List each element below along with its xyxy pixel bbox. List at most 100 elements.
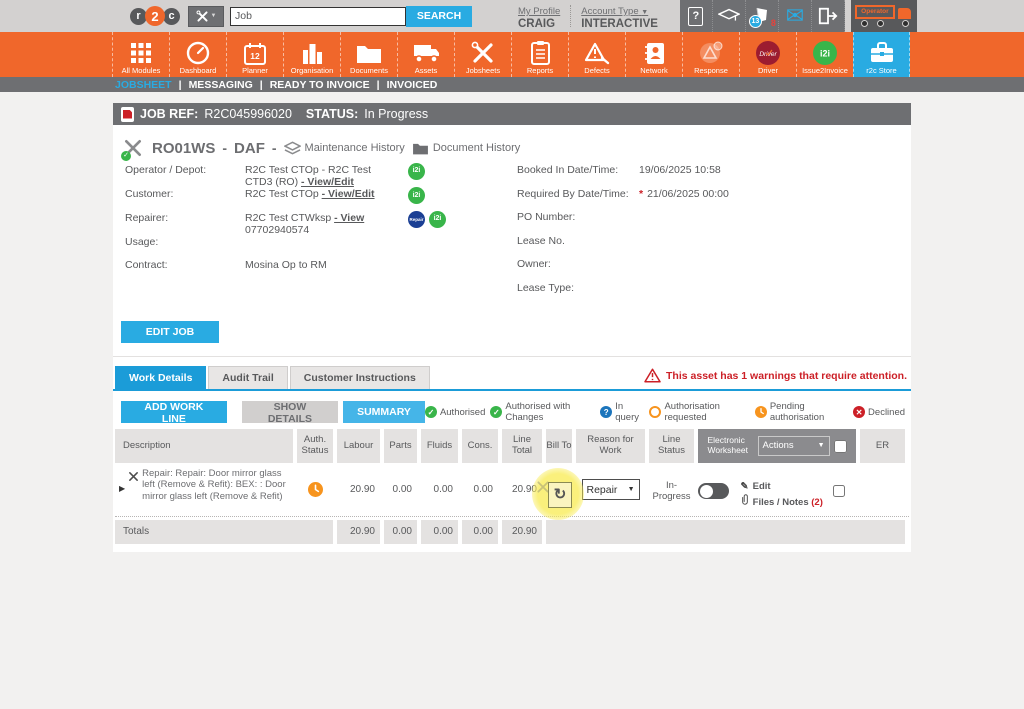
col-description: Description	[115, 429, 293, 463]
check-icon: ✓	[490, 406, 503, 418]
nav-defects[interactable]: Defects	[568, 32, 625, 77]
search-input[interactable]	[230, 6, 406, 26]
chevron-down-icon: ▼	[210, 13, 217, 19]
view-edit-link[interactable]: - View/Edit	[322, 188, 375, 200]
buildings-icon	[301, 40, 323, 66]
detail-usage: Usage:	[125, 235, 159, 248]
select-all-checkbox[interactable]	[833, 439, 847, 453]
nav-documents[interactable]: Documents	[340, 32, 397, 77]
detail-po-number: PO Number:	[517, 211, 576, 223]
i2i-badge[interactable]: i2i	[408, 163, 425, 180]
pencil-icon: ✎	[740, 481, 749, 492]
tabs-section: Work Details Audit Trail Customer Instru…	[113, 356, 911, 391]
search-button[interactable]: SEARCH	[406, 5, 472, 27]
add-work-line-button[interactable]: ADD WORK LINE	[121, 401, 227, 425]
labour-value: 20.90	[349, 484, 375, 495]
contacts-icon	[644, 40, 665, 66]
job-ref-value: R2C045996020	[204, 107, 292, 121]
tab-work-details[interactable]: Work Details	[115, 366, 207, 389]
job-ref-label: JOB REF:	[140, 107, 199, 121]
document-history-link[interactable]: Document History	[412, 142, 520, 155]
nav-planner[interactable]: 12 Planner	[226, 32, 283, 77]
chevron-down-icon: ▼	[641, 8, 649, 16]
col-er: ER	[860, 429, 905, 463]
detail-contract: Contract: Mosina Op to RM	[125, 259, 327, 272]
detail-lease-type: Lease Type:	[517, 281, 575, 294]
refresh-button[interactable]: ↻	[548, 482, 572, 508]
parts-value: 0.00	[392, 484, 412, 495]
training-icon[interactable]	[713, 0, 746, 32]
nav-organisation[interactable]: Organisation	[283, 32, 340, 77]
summary-button[interactable]: SUMMARY	[343, 401, 425, 423]
grid-icon	[130, 40, 152, 66]
utility-icon-strip: ? 13 8 ✉	[679, 0, 845, 32]
view-edit-link[interactable]: - View/Edit	[301, 176, 354, 188]
nav-response[interactable]: Response	[682, 32, 739, 77]
subnav-messaging[interactable]: MESSAGING	[189, 79, 253, 91]
nav-assets[interactable]: Assets	[397, 32, 454, 77]
col-electronic-worksheet: Electronic Worksheet Actions ▼	[698, 429, 856, 463]
i2i-badge[interactable]: i2i	[429, 210, 446, 228]
edit-job-button[interactable]: EDIT JOB	[121, 321, 219, 343]
nav-network[interactable]: Network	[625, 32, 682, 77]
col-auth-status: Auth. Status	[297, 429, 333, 463]
driver-circle-icon: Driver	[755, 40, 781, 66]
nav-dashboard[interactable]: Dashboard	[169, 32, 226, 77]
nav-reports[interactable]: Reports	[511, 32, 568, 77]
logout-icon[interactable]	[812, 0, 845, 32]
edit-link[interactable]: ✎ Edit	[739, 481, 771, 492]
reason-for-work-select[interactable]: Repair ▼	[581, 479, 640, 500]
my-profile-block: My Profile CRAIG	[518, 1, 560, 31]
help-icon[interactable]: ?	[680, 0, 713, 32]
nav-all-modules[interactable]: All Modules	[112, 32, 169, 77]
job-panel: JOB REF: R2C045996020 STATUS: In Progres…	[113, 103, 911, 552]
pdf-icon[interactable]	[121, 106, 134, 122]
repairer-badge[interactable]: Repair	[408, 210, 425, 228]
i2i-badge[interactable]: i2i	[408, 187, 425, 205]
detail-booked-in: Booked In Date/Time: 19/06/2025 10:58	[517, 164, 721, 176]
show-details-button[interactable]: SHOW DETAILS	[241, 401, 339, 425]
speedometer-icon	[186, 40, 210, 66]
vehicle-header: ✓ RO01WS - DAF - Maintenance History Doc…	[113, 125, 911, 161]
row-checkbox[interactable]	[832, 485, 845, 497]
tab-customer-instructions[interactable]: Customer Instructions	[289, 366, 430, 389]
svg-text:12: 12	[250, 51, 260, 61]
actions-select[interactable]: Actions ▼	[757, 436, 830, 456]
fluids-value: 0.00	[433, 484, 453, 495]
search-category-button[interactable]: ▼	[188, 5, 224, 27]
warning-triangle-icon	[584, 40, 610, 66]
totals-row: Totals 20.90 0.00 0.00 0.00 20.90	[115, 519, 909, 544]
paperclip-icon	[739, 494, 750, 510]
asset-warning: This asset has 1 warnings that require a…	[644, 368, 911, 389]
divider	[570, 5, 572, 27]
nav-r2c-store[interactable]: r2c Store	[853, 32, 910, 77]
view-link[interactable]: - View	[334, 212, 364, 224]
col-bill-to: Bill To	[546, 429, 572, 463]
subnav-invoiced[interactable]: INVOICED	[387, 79, 438, 91]
required-asterisk: *	[639, 187, 644, 200]
table-header-row: Description Auth. Status Labour Parts Fl…	[115, 429, 909, 463]
worksheet-toggle[interactable]	[698, 483, 729, 499]
expand-row-icon[interactable]: ▶	[119, 484, 125, 502]
files-notes-link[interactable]: Files / Notes (2)	[739, 494, 823, 510]
detail-required-by: Required By Date/Time: * 21/06/2025 00:0…	[517, 187, 729, 200]
messages-icon[interactable]: ✉	[779, 0, 812, 32]
tab-audit-trail[interactable]: Audit Trail	[208, 366, 288, 389]
response-circle-icon	[698, 40, 724, 66]
user-name: CRAIG	[518, 18, 556, 31]
question-icon: ?	[600, 406, 613, 418]
maintenance-history-link[interactable]: Maintenance History	[283, 141, 405, 155]
vehicle-make: DAF	[234, 139, 265, 157]
operator-mode-indicator[interactable]: Operator	[850, 0, 917, 32]
nav-driver[interactable]: Driver Driver	[739, 32, 796, 77]
page: r 2 c ▼ SEARCH My Profile CRAIG Account …	[0, 0, 1024, 709]
my-profile-link[interactable]: My Profile	[518, 6, 560, 17]
nav-issue2invoice[interactable]: i2i Issue2Invoice	[796, 32, 853, 77]
nav-jobsheets[interactable]: Jobsheets	[454, 32, 511, 77]
subnav-ready-to-invoice[interactable]: READY TO INVOICE	[270, 79, 370, 91]
account-type-link[interactable]: Account Type ▼	[581, 6, 648, 17]
notifications-icon[interactable]: 13 8	[746, 0, 779, 32]
work-line-row: ▶ Repair: Repair: Door mirror glass left…	[115, 463, 909, 520]
tools-icon	[196, 9, 209, 23]
subnav-jobsheet[interactable]: JOBSHEET	[115, 79, 172, 91]
